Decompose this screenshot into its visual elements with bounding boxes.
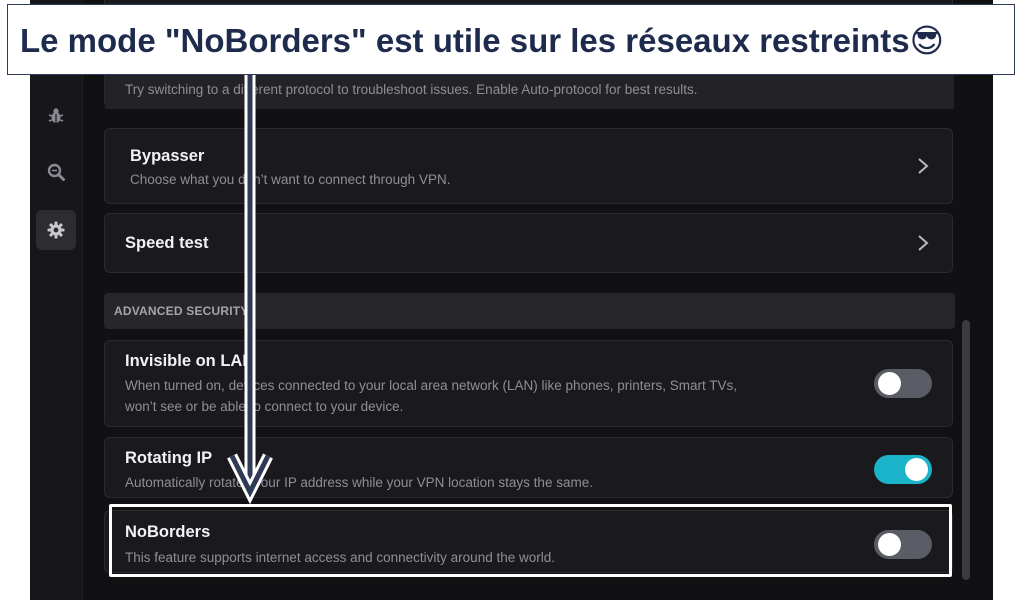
sidebar-item-search[interactable] <box>36 152 76 192</box>
bypasser-title: Bypasser <box>130 147 205 165</box>
invisible-lan-card: Invisible on LAN When turned on, devices… <box>104 340 953 427</box>
bypasser-description: Choose what you don’t want to connect th… <box>130 172 451 187</box>
toggle-knob <box>905 458 928 481</box>
section-title: ADVANCED SECURITY <box>114 304 249 318</box>
protocol-description: Try switching to a different protocol to… <box>125 82 698 97</box>
caption-text: Le mode "NoBorders" est utile sur les ré… <box>20 22 945 59</box>
advanced-security-header: ADVANCED SECURITY <box>104 293 955 329</box>
rotating-ip-card: Rotating IP Automatically rotates your I… <box>104 437 953 498</box>
rotating-ip-description: Automatically rotates your IP address wh… <box>125 475 593 490</box>
scrollbar[interactable] <box>962 320 970 580</box>
chevron-right-icon <box>918 158 929 174</box>
gear-icon <box>47 221 65 239</box>
sidebar-item-settings[interactable] <box>36 210 76 250</box>
noborders-highlight <box>109 504 952 577</box>
caption-banner: Le mode "NoBorders" est utile sur les ré… <box>7 4 1015 75</box>
bypasser-card[interactable]: Bypasser Choose what you don’t want to c… <box>104 128 953 204</box>
search-icon <box>47 163 65 181</box>
rotating-ip-toggle[interactable] <box>874 455 932 484</box>
invisible-lan-description-line1: When turned on, devices connected to you… <box>125 378 738 393</box>
chevron-right-icon <box>918 235 929 251</box>
sidebar-item-troubleshoot[interactable] <box>36 96 76 136</box>
toggle-knob <box>878 372 901 395</box>
invisible-lan-description-line2: won’t see or be able to connect to your … <box>125 399 404 414</box>
invisible-lan-toggle[interactable] <box>874 369 932 398</box>
rotating-ip-title: Rotating IP <box>125 449 213 467</box>
speed-test-card[interactable]: Speed test <box>104 213 953 273</box>
sidebar <box>30 0 83 600</box>
invisible-lan-title: Invisible on LAN <box>125 352 255 370</box>
bug-icon <box>48 108 64 123</box>
speed-test-title: Speed test <box>125 234 209 252</box>
